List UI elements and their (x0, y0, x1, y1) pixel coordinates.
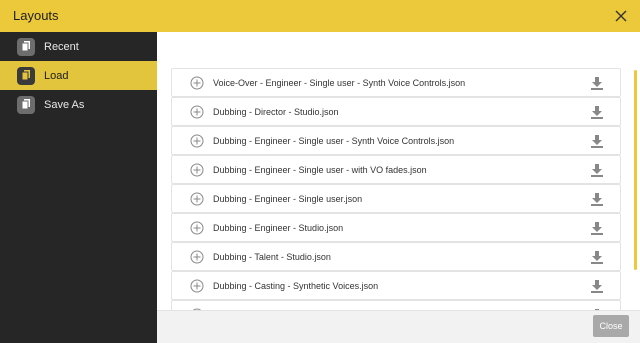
add-circle-icon[interactable] (190, 76, 204, 90)
download-icon[interactable] (590, 192, 604, 206)
sidebar-item-recent[interactable]: Recent (0, 32, 157, 61)
dialog-footer: Close (157, 310, 640, 343)
list-item[interactable]: Dubbing - Director - Studio.json (171, 97, 621, 126)
download-icon[interactable] (590, 134, 604, 148)
download-icon[interactable] (590, 279, 604, 293)
file-name: Dubbing - Engineer - Studio.json (213, 222, 344, 233)
copy-icon (17, 66, 35, 85)
list-item-partial[interactable] (171, 300, 621, 310)
file-name: Dubbing - Engineer - Single user - Synth… (213, 135, 455, 146)
close-icon[interactable] (613, 8, 629, 24)
sidebar-item-label: Save As (44, 98, 85, 111)
list-item[interactable]: Dubbing - Engineer - Single user - with … (171, 155, 621, 184)
download-icon[interactable] (590, 250, 604, 264)
sidebar-item-load[interactable]: Load (0, 61, 157, 90)
add-circle-icon[interactable] (190, 192, 204, 206)
download-icon[interactable] (590, 76, 604, 90)
list-item[interactable]: Dubbing - Engineer - Single user - Synth… (171, 126, 621, 155)
dialog-title: Layouts (13, 8, 59, 23)
sidebar-item-save-as[interactable]: Save As (0, 90, 157, 119)
list-item[interactable]: Dubbing - Casting - Synthetic Voices.jso… (171, 271, 621, 300)
file-name: Dubbing - Talent - Studio.json (213, 251, 331, 262)
add-circle-icon[interactable] (190, 221, 204, 235)
list-item[interactable]: Dubbing - Engineer - Studio.json (171, 213, 621, 242)
sidebar: Recent Load Save As (0, 32, 157, 343)
file-list-panel: Voice-Over - Engineer - Single user - Sy… (157, 32, 640, 310)
copy-icon (17, 95, 35, 114)
download-icon[interactable] (590, 221, 604, 235)
file-name: Voice-Over - Engineer - Single user - Sy… (213, 77, 466, 88)
sidebar-item-label: Recent (44, 40, 79, 53)
add-circle-icon[interactable] (190, 250, 204, 264)
download-icon[interactable] (590, 163, 604, 177)
file-name: Dubbing - Engineer - Single user - with … (213, 164, 427, 175)
list-item[interactable]: Voice-Over - Engineer - Single user - Sy… (171, 68, 621, 97)
file-name: Dubbing - Engineer - Single user.json (213, 193, 363, 204)
add-circle-icon[interactable] (190, 163, 204, 177)
download-icon[interactable] (590, 105, 604, 119)
layouts-dialog: Layouts Recent Load Save As Voice-Over -… (0, 0, 640, 343)
file-name: Dubbing - Casting - Synthetic Voices.jso… (213, 280, 379, 291)
close-button[interactable]: Close (593, 315, 629, 337)
copy-icon (17, 37, 35, 56)
sidebar-item-label: Load (44, 69, 69, 82)
add-circle-icon[interactable] (190, 279, 204, 293)
add-circle-icon[interactable] (190, 134, 204, 148)
file-name: Dubbing - Director - Studio.json (213, 106, 339, 117)
add-circle-icon[interactable] (190, 105, 204, 119)
scrollbar-thumb[interactable] (634, 70, 637, 270)
dialog-titlebar: Layouts (0, 0, 640, 32)
list-item[interactable]: Dubbing - Talent - Studio.json (171, 242, 621, 271)
list-item[interactable]: Dubbing - Engineer - Single user.json (171, 184, 621, 213)
file-list: Voice-Over - Engineer - Single user - Sy… (171, 68, 621, 310)
